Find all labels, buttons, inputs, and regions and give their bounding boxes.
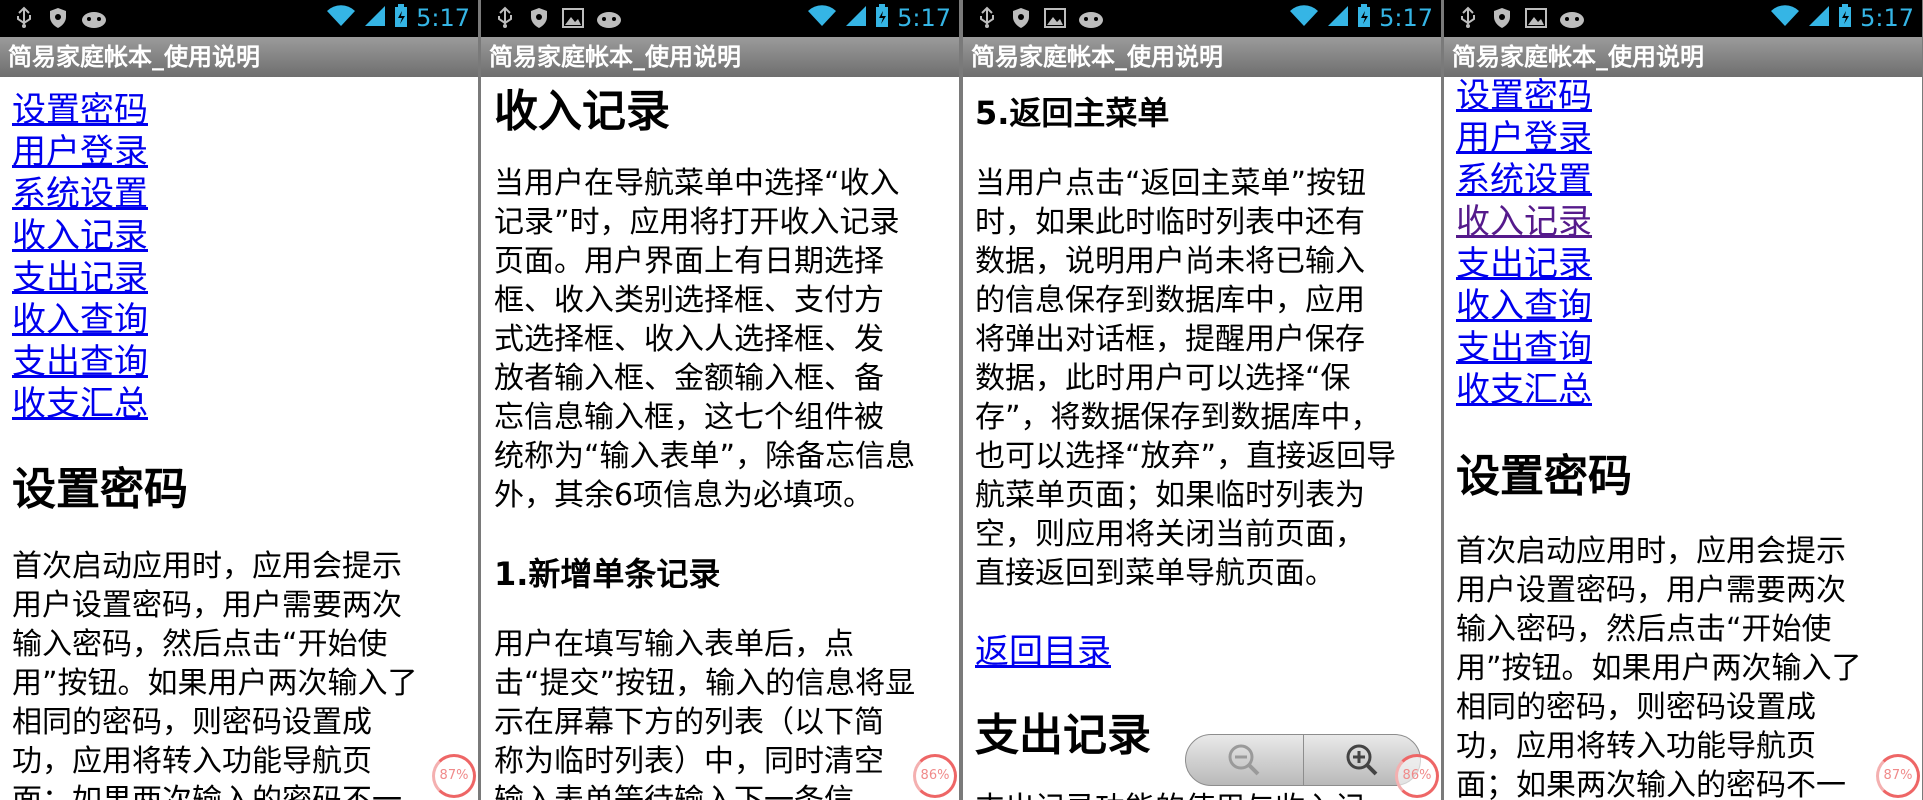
zoom-control	[1185, 734, 1421, 786]
battery-icon	[394, 4, 408, 32]
toc-link-expense-query[interactable]: 支出查询	[1456, 327, 1592, 369]
status-bar: 5:17	[481, 0, 959, 37]
zoom-indicator: 86%	[913, 754, 957, 798]
toc-link-login[interactable]: 用户登录	[1456, 117, 1592, 159]
toc-link-income-query[interactable]: 收入查询	[12, 299, 148, 341]
signal-icon	[845, 5, 867, 31]
zoom-out-icon	[1228, 744, 1260, 776]
toc-link-income-query[interactable]: 收入查询	[1456, 285, 1592, 327]
status-bar: 5:17	[1444, 0, 1922, 37]
toc-link-summary[interactable]: 收支汇总	[1456, 369, 1592, 411]
app-title: 简易家庭帐本_使用说明	[0, 37, 478, 77]
toc-list: 设置密码 用户登录 系统设置 收入记录 支出记录 收入查询 支出查询 收支汇总	[12, 89, 148, 425]
wifi-icon	[1289, 5, 1319, 31]
status-time: 5:17	[897, 4, 951, 32]
webview-content[interactable]: 设置密码 用户登录 系统设置 收入记录 支出记录 收入查询 支出查询 收支汇总 …	[1444, 77, 1922, 800]
usb-icon	[975, 6, 999, 30]
usb-icon	[493, 6, 517, 30]
shield-icon	[46, 6, 70, 30]
signal-icon	[1327, 5, 1349, 31]
toc-link-set-password[interactable]: 设置密码	[1456, 77, 1592, 117]
status-time: 5:17	[416, 4, 470, 32]
subsection-body-new-record: 用户在填写输入表单后，点 击“提交”按钮，输入的信息将显 示在屏幕下方的列表（以…	[494, 627, 916, 800]
android-icon	[1558, 6, 1584, 30]
shield-icon	[1490, 6, 1514, 30]
status-time: 5:17	[1860, 4, 1914, 32]
toc-link-income[interactable]: 收入记录	[12, 215, 148, 257]
screenshot-collage: 5:17 简易家庭帐本_使用说明 设置密码 用户登录 系统设置 收入记录 支出记…	[0, 0, 1923, 800]
app-title: 简易家庭帐本_使用说明	[1444, 37, 1922, 77]
toc-link-expense[interactable]: 支出记录	[12, 257, 148, 299]
battery-icon	[875, 4, 889, 32]
shield-icon	[527, 6, 551, 30]
battery-icon	[1357, 4, 1371, 32]
toc-list: 设置密码 用户登录 系统设置 收入记录 支出记录 收入查询 支出查询 收支汇总	[1456, 77, 1592, 411]
toc-link-income[interactable]: 收入记录	[1456, 201, 1592, 243]
toc-link-settings[interactable]: 系统设置	[1456, 159, 1592, 201]
toc-link-expense-query[interactable]: 支出查询	[12, 341, 148, 383]
image-icon	[1043, 6, 1067, 30]
zoom-in-icon	[1346, 744, 1378, 776]
battery-icon	[1838, 4, 1852, 32]
usb-icon	[12, 6, 36, 30]
wifi-icon	[326, 5, 356, 31]
section-body-set-password: 首次启动应用时，应用会提示 用户设置密码，用户需要两次 输入密码，然后点击“开始…	[12, 549, 418, 800]
android-icon	[1077, 6, 1103, 30]
phone-panel-3: 5:17 简易家庭帐本_使用说明 5.返回主菜单 当用户点击“返回主菜单”按钮 …	[963, 0, 1441, 800]
zoom-indicator: 87%	[1876, 754, 1920, 798]
phone-panel-4: 5:17 简易家庭帐本_使用说明 设置密码 用户登录 系统设置 收入记录 支出记…	[1444, 0, 1922, 800]
android-icon	[80, 6, 106, 30]
status-bar: 5:17	[0, 0, 478, 37]
webview-content[interactable]: 收入记录 当用户在导航菜单中选择“收入 记录”时，应用将打开收入记录 页面。用户…	[481, 77, 959, 800]
status-time: 5:17	[1379, 4, 1433, 32]
subsection-body-back-menu: 当用户点击“返回主菜单”按钮 时，如果此时临时列表中还有 数据，说明用户尚未将已…	[975, 166, 1397, 591]
phone-panel-2: 5:17 简易家庭帐本_使用说明 收入记录 当用户在导航菜单中选择“收入 记录”…	[481, 0, 959, 800]
zoom-indicator: 87%	[432, 754, 476, 798]
image-icon	[1524, 6, 1548, 30]
status-bar: 5:17	[963, 0, 1441, 37]
shield-icon	[1009, 6, 1033, 30]
section-heading-income: 收入记录	[494, 86, 670, 137]
webview-content[interactable]: 5.返回主菜单 当用户点击“返回主菜单”按钮 时，如果此时临时列表中还有 数据，…	[963, 77, 1441, 800]
toc-link-set-password[interactable]: 设置密码	[12, 89, 148, 131]
image-icon	[561, 6, 585, 30]
wifi-icon	[807, 5, 837, 31]
app-title: 简易家庭帐本_使用说明	[963, 37, 1441, 77]
toc-link-login[interactable]: 用户登录	[12, 131, 148, 173]
zoom-out-button[interactable]	[1186, 735, 1303, 785]
section-heading-set-password: 设置密码	[1456, 451, 1632, 502]
subheading-new-record: 1.新增单条记录	[494, 555, 721, 593]
zoom-indicator: 86%	[1395, 754, 1439, 798]
section-body-expense-partial: 支出记录功能的使用与收入记	[975, 789, 1365, 800]
android-icon	[595, 6, 621, 30]
section-body-income: 当用户在导航菜单中选择“收入 记录”时，应用将打开收入记录 页面。用户界面上有日…	[494, 166, 916, 513]
section-heading-expense: 支出记录	[975, 710, 1151, 761]
usb-icon	[1456, 6, 1480, 30]
phone-panel-1: 5:17 简易家庭帐本_使用说明 设置密码 用户登录 系统设置 收入记录 支出记…	[0, 0, 478, 800]
webview-content[interactable]: 设置密码 用户登录 系统设置 收入记录 支出记录 收入查询 支出查询 收支汇总 …	[0, 77, 478, 800]
toc-link-summary[interactable]: 收支汇总	[12, 383, 148, 425]
app-title: 简易家庭帐本_使用说明	[481, 37, 959, 77]
section-body-set-password: 首次启动应用时，应用会提示 用户设置密码，用户需要两次 输入密码，然后点击“开始…	[1456, 534, 1862, 800]
wifi-icon	[1770, 5, 1800, 31]
toc-link-settings[interactable]: 系统设置	[12, 173, 148, 215]
toc-link-expense[interactable]: 支出记录	[1456, 243, 1592, 285]
signal-icon	[1808, 5, 1830, 31]
section-heading-set-password: 设置密码	[12, 464, 188, 515]
signal-icon	[364, 5, 386, 31]
back-to-toc-link[interactable]: 返回目录	[975, 624, 1111, 673]
subheading-back-menu: 5.返回主菜单	[975, 94, 1170, 132]
